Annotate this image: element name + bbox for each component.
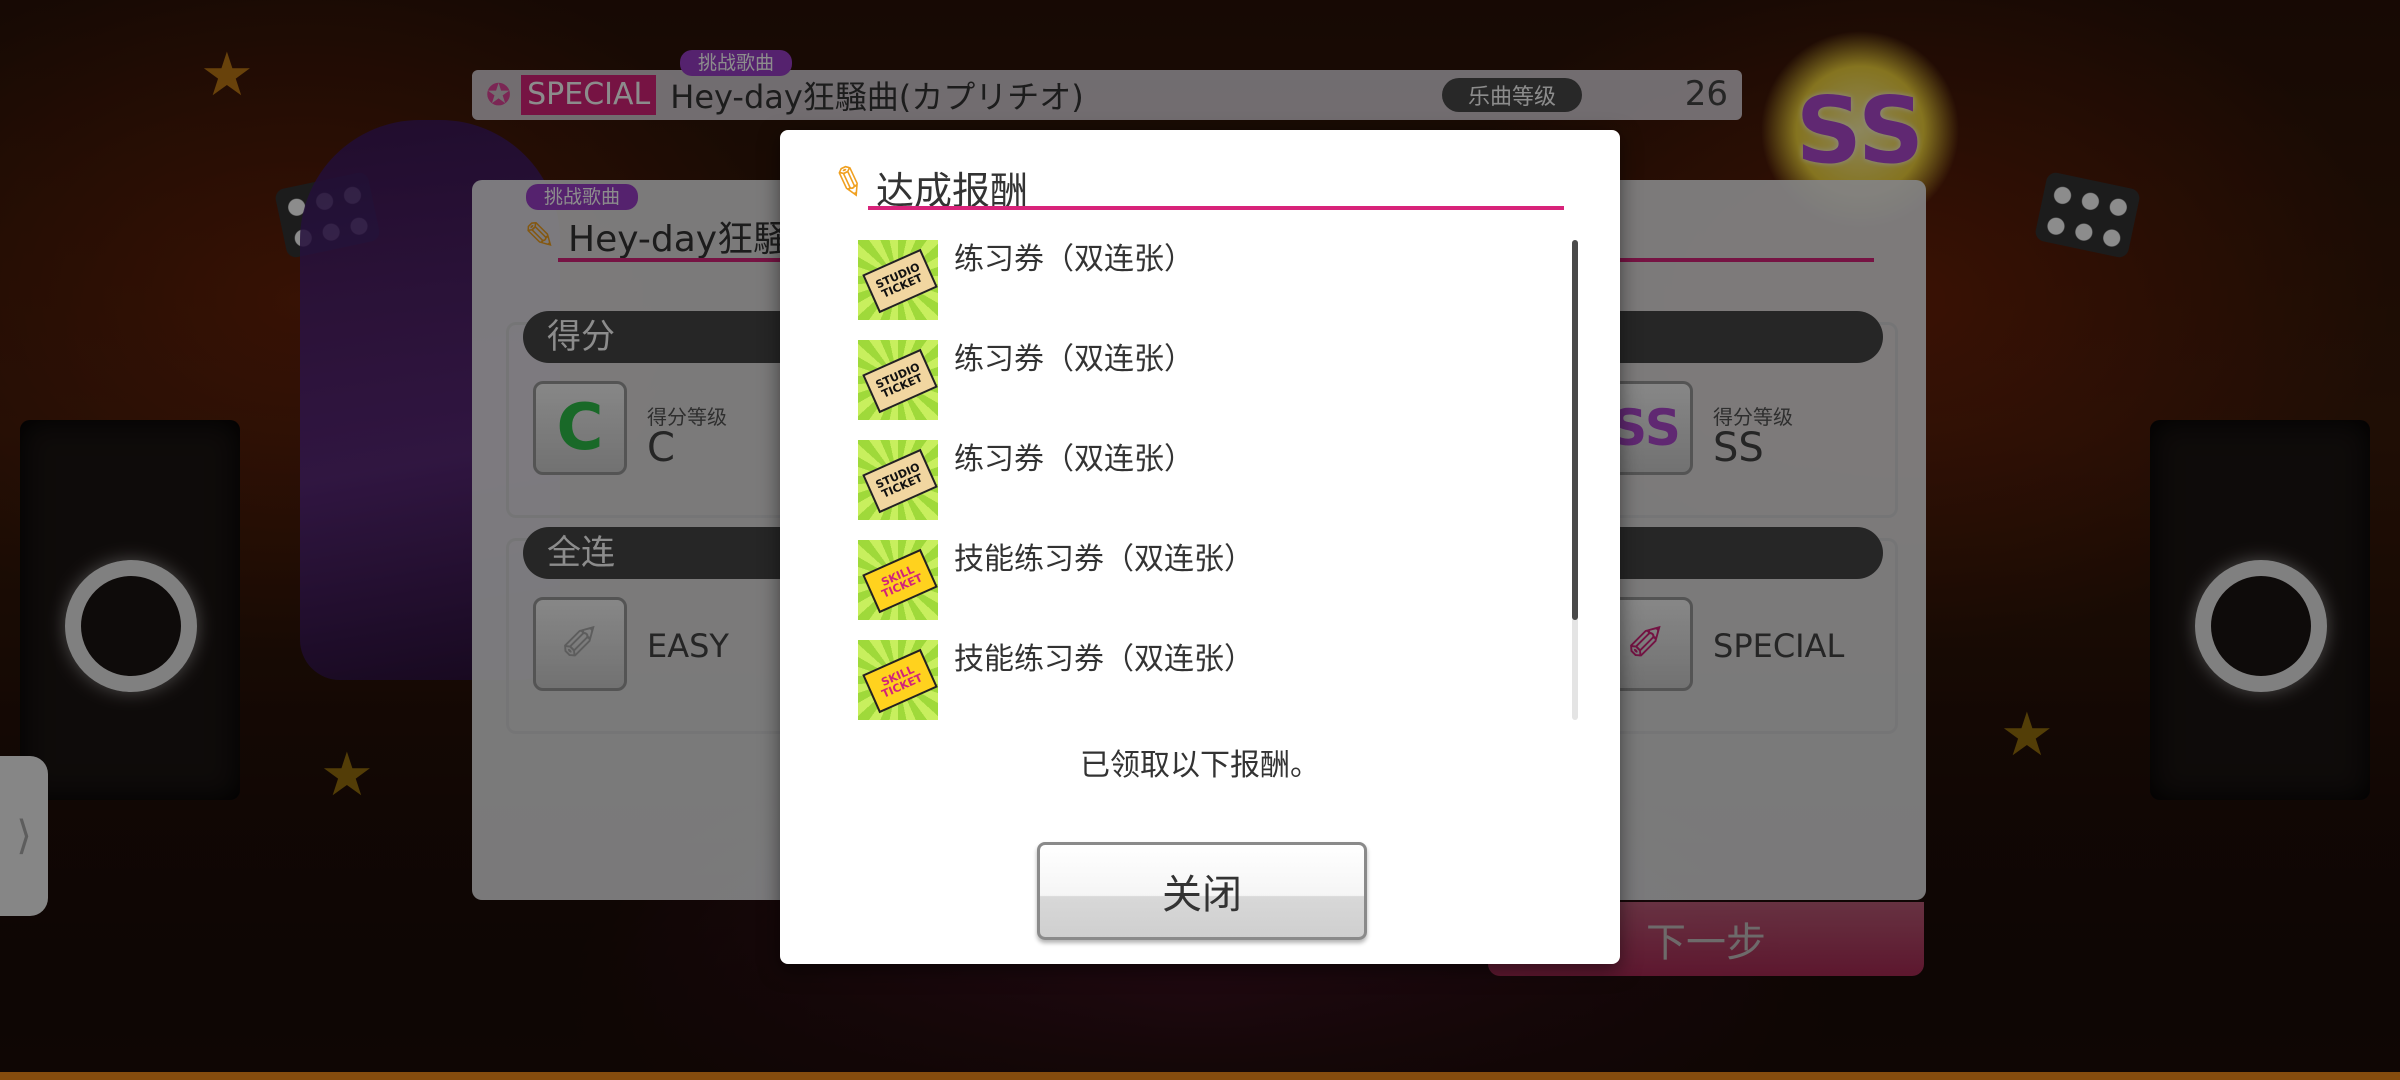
reward-item: STUDIO TICKET 练习券（双连张） [858,240,1538,322]
studio-ticket-icon: STUDIO TICKET [858,340,938,420]
reward-name: 技能练习券（双连张） [954,542,1254,577]
reward-item: SKILL TICKET 技能练习券（双连张） [858,640,1538,722]
ticket-label: STUDIO TICKET [862,348,938,414]
pencil-icon: ✎ [825,155,873,211]
skill-ticket-icon: SKILL TICKET [858,640,938,720]
studio-ticket-icon: STUDIO TICKET [858,240,938,320]
reward-list-scrollbar[interactable] [1572,240,1578,720]
ticket-label: STUDIO TICKET [862,448,938,514]
dialog-message: 已领取以下报酬。 [1080,748,1320,783]
reward-name: 练习券（双连张） [954,342,1194,377]
studio-ticket-icon: STUDIO TICKET [858,440,938,520]
reward-name: 练习券（双连张） [954,442,1194,477]
skill-ticket-icon: SKILL TICKET [858,540,938,620]
scrollbar-thumb[interactable] [1572,240,1578,620]
ticket-label: STUDIO TICKET [862,248,938,314]
reward-item: SKILL TICKET 技能练习券（双连张） [858,540,1538,622]
ticket-label: SKILL TICKET [862,548,938,614]
ticket-label: SKILL TICKET [862,648,938,714]
title-underline [868,206,1564,210]
reward-dialog: ✎ 达成报酬 STUDIO TICKET 练习券（双连张） STUDIO TIC… [780,130,1620,964]
close-button[interactable]: 关闭 [1037,842,1367,940]
reward-name: 技能练习券（双连张） [954,642,1254,677]
reward-item: STUDIO TICKET 练习券（双连张） [858,440,1538,522]
reward-name: 练习券（双连张） [954,242,1194,277]
reward-item: STUDIO TICKET 练习券（双连张） [858,340,1538,422]
